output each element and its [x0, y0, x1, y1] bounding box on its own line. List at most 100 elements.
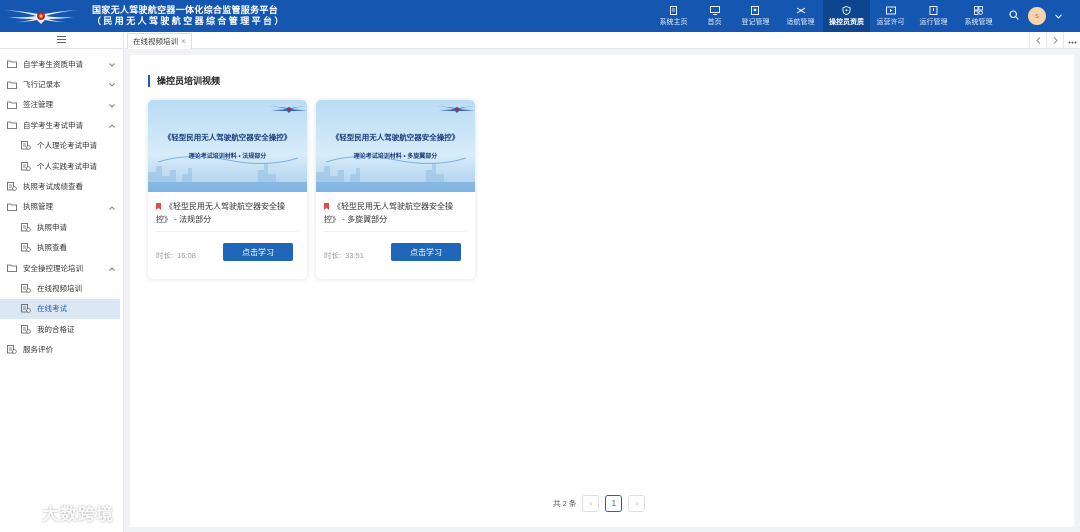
- tab-scroll-right-button[interactable]: [1046, 32, 1063, 49]
- tab-bar: 在线视频培训 ×: [124, 32, 1080, 49]
- top-nav: 系统主页 首页 登记管理 适航管理 操控员资质 运营许可 运行管理 系统管理: [651, 0, 1001, 32]
- watermark-text: 大数跨境: [42, 505, 114, 524]
- sidebar: 自学考生资质申请 飞行记录本签注管理自学考生考试申请个人理论考试申请 个人实践考试申…: [0, 32, 124, 532]
- chevron-right-icon: [1053, 36, 1058, 46]
- sidebar-item[interactable]: 飞行记录本: [0, 74, 123, 94]
- register-icon: [751, 5, 761, 15]
- nav-airworthiness[interactable]: 适航管理: [778, 0, 823, 32]
- monitor-icon: [709, 5, 720, 15]
- video-title-text: 《轻型民用无人驾驶航空器安全操控》 - 多旋翼部分: [324, 202, 453, 224]
- nav-label: 系统管理: [964, 18, 993, 26]
- nav-operator-qualification[interactable]: 操控员资质: [823, 0, 870, 32]
- sidebar-item-label: 我的合格证: [37, 324, 75, 334]
- sidebar-item-label: 飞行记录本: [23, 80, 61, 90]
- tab-scroll-left-button[interactable]: [1029, 32, 1046, 49]
- sidebar-item[interactable]: 服务评价: [0, 339, 123, 359]
- cover-title: 《轻型民用无人驾驶航空器安全操控》: [163, 133, 292, 142]
- nav-home[interactable]: 首页: [696, 0, 733, 32]
- sidebar-item[interactable]: 自学考生资质申请: [0, 54, 123, 74]
- home-doc-icon: [669, 5, 679, 15]
- chevron-left-icon: [1035, 36, 1041, 46]
- chevron-up-icon[interactable]: [109, 264, 115, 273]
- video-card[interactable]: 《轻型民用无人驾驶航空器安全操控》 理论考试培训材料 • 多旋翼部分 《轻型民用…: [316, 100, 475, 279]
- doc-icon: [7, 345, 17, 354]
- video-card[interactable]: 《轻型民用无人驾驶航空器安全操控》 理论考试培训材料 • 法规部分 《轻型民用无…: [148, 100, 307, 279]
- chevron-down-icon[interactable]: [109, 60, 115, 69]
- study-button[interactable]: 点击学习: [223, 243, 293, 261]
- sidebar-item-label: 签注管理: [23, 100, 53, 110]
- sidebar-item[interactable]: 签注管理: [0, 95, 123, 115]
- sidebar-item-label: 个人理论考试申请: [37, 141, 97, 151]
- sidebar-item-label: 个人实践考试申请: [37, 161, 97, 171]
- sidebar-item[interactable]: 自学考生考试申请: [0, 115, 123, 135]
- sidebar-item-label: 执照管理: [23, 202, 53, 212]
- nav-registration[interactable]: 登记管理: [733, 0, 778, 32]
- video-cover[interactable]: 《轻型民用无人驾驶航空器安全操控》 理论考试培训材料 • 多旋翼部分: [316, 100, 475, 192]
- sidebar-toggle[interactable]: [0, 32, 123, 49]
- sidebar-item[interactable]: 执照考试成绩查看: [0, 176, 123, 196]
- doc-icon: [21, 243, 31, 252]
- study-button[interactable]: 点击学习: [391, 243, 461, 261]
- caac-logo: [0, 0, 82, 32]
- sidebar-item[interactable]: 个人实践考试申请: [0, 156, 123, 176]
- avatar[interactable]: s: [1028, 7, 1046, 25]
- page-number-button[interactable]: 1: [605, 494, 623, 512]
- sidebar-item[interactable]: 我的合格证: [0, 319, 123, 339]
- platform-title-line1: 国家无人驾驶航空器一体化综合监管服务平台: [92, 5, 279, 15]
- shield-icon: [842, 5, 852, 15]
- sidebar-menu: 自学考生资质申请 飞行记录本签注管理自学考生考试申请个人理论考试申请 个人实践考试申…: [0, 49, 123, 360]
- sidebar-item[interactable]: 在线考试: [0, 298, 120, 320]
- video-cover[interactable]: 《轻型民用无人驾驶航空器安全操控》 理论考试培训材料 • 法规部分: [148, 100, 307, 192]
- section-title: 操控员培训视频: [148, 75, 220, 87]
- sidebar-item[interactable]: 执照申请: [0, 217, 123, 237]
- video-title[interactable]: 《轻型民用无人驾驶航空器安全操控》 - 多旋翼部分: [324, 200, 467, 232]
- sidebar-item-label: 自学考生资质申请: [23, 59, 83, 69]
- watermark: 大数跨境: [8, 500, 114, 525]
- prev-page-button[interactable]: ‹: [582, 494, 600, 512]
- platform-title: 国家无人驾驶航空器一体化综合监管服务平台 （民用无人驾驶航空器综合管理平台）: [92, 5, 286, 27]
- nav-label: 系统主页: [659, 18, 688, 26]
- drone-icon: [796, 6, 806, 15]
- next-page-button[interactable]: ›: [628, 494, 646, 512]
- video-duration: 时长: 16:08: [156, 250, 196, 261]
- sidebar-item-label: 自学考生考试申请: [23, 120, 83, 130]
- chevron-down-icon[interactable]: [1055, 12, 1062, 21]
- search-icon[interactable]: [1009, 10, 1019, 22]
- nav-system-management[interactable]: 系统管理: [956, 0, 1001, 32]
- video-title[interactable]: 《轻型民用无人驾驶航空器安全操控》 - 法规部分: [156, 200, 299, 232]
- sidebar-item-label: 执照考试成绩查看: [23, 182, 83, 192]
- sidebar-item[interactable]: 执照管理: [0, 197, 123, 217]
- chevron-up-icon[interactable]: [109, 203, 115, 212]
- folder-icon: [7, 60, 17, 69]
- hamburger-icon[interactable]: [57, 35, 66, 45]
- top-header: 国家无人驾驶航空器一体化综合监管服务平台 （民用无人驾驶航空器综合管理平台） 系…: [0, 0, 1080, 32]
- tab-label: 在线视频培训: [133, 37, 178, 46]
- card-footer: 时长: 33:51 点击学习: [324, 232, 467, 268]
- nav-system-home[interactable]: 系统主页: [651, 0, 696, 32]
- sidebar-item[interactable]: 执照查看: [0, 238, 123, 258]
- duration-label: 时长:: [156, 251, 174, 260]
- chevron-up-icon[interactable]: [109, 121, 115, 130]
- chevron-down-icon[interactable]: [109, 80, 115, 89]
- sidebar-item[interactable]: 在线视频培训: [0, 278, 123, 298]
- pagination: 共 2 条 ‹ 1 ›: [553, 494, 646, 512]
- sidebar-item[interactable]: 个人理论考试申请: [0, 136, 123, 156]
- doc-icon: [21, 304, 31, 314]
- chevron-down-icon[interactable]: [109, 101, 115, 110]
- tab-more-button[interactable]: [1063, 32, 1080, 49]
- nav-operation-management[interactable]: 运行管理: [911, 0, 956, 32]
- folder-icon: [7, 121, 17, 130]
- pagination-total: 共 2 条: [553, 498, 577, 508]
- duration-value: 33:51: [345, 251, 364, 260]
- close-icon[interactable]: ×: [181, 37, 186, 46]
- doc-icon: [21, 141, 31, 150]
- bookmark-icon: [324, 203, 329, 210]
- bookmark-icon: [156, 203, 161, 210]
- doc-icon: [21, 284, 31, 293]
- nav-label: 运行管理: [919, 18, 948, 26]
- nav-operation-license[interactable]: 运营许可: [870, 0, 911, 32]
- license-icon: [885, 6, 896, 15]
- sidebar-item[interactable]: 安全操控理论培训: [0, 258, 123, 278]
- tab-online-video-training[interactable]: 在线视频培训 ×: [127, 33, 192, 49]
- doc-icon: [21, 222, 31, 232]
